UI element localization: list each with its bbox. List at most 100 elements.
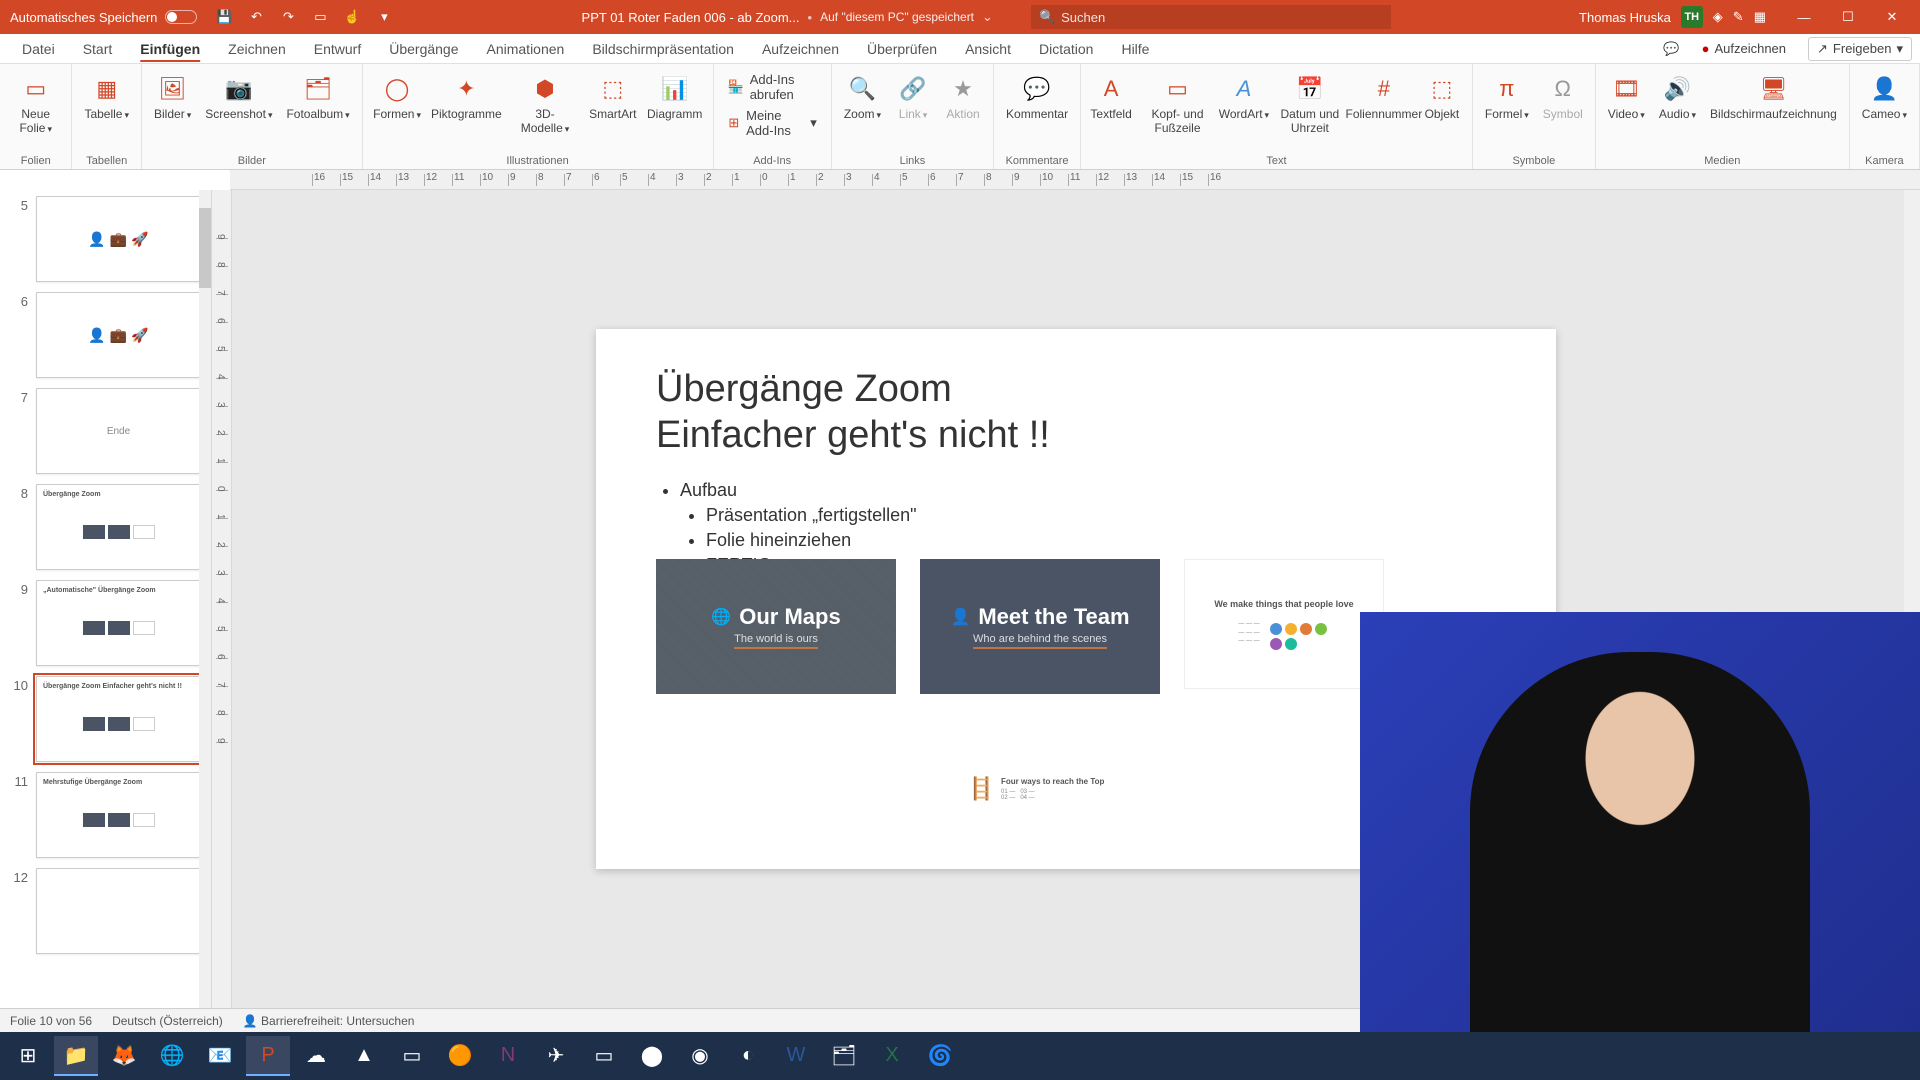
thumbnail-slide-11[interactable]: 11Mehrstufige Übergänge Zoom	[10, 772, 201, 858]
tab-ansicht[interactable]: Ansicht	[951, 34, 1025, 63]
3d-models-button[interactable]: ⬢3D-Modelle	[507, 68, 582, 140]
edge-icon[interactable]: 🌀	[918, 1036, 962, 1076]
accessibility-check[interactable]: 👤 Barrierefreiheit: Untersuchen	[243, 1014, 415, 1028]
chart-button[interactable]: 📊Diagramm	[643, 68, 707, 126]
tab-start[interactable]: Start	[69, 34, 127, 63]
tab-dictation[interactable]: Dictation	[1025, 34, 1107, 63]
chevron-down-icon[interactable]: ⌄	[982, 9, 993, 25]
header-footer-button[interactable]: ▭Kopf- und Fußzeile	[1137, 68, 1218, 140]
share-button[interactable]: ↗Freigeben▾	[1808, 37, 1912, 61]
firefox-icon[interactable]: 🦊	[102, 1036, 146, 1076]
screen-recording-button[interactable]: 🖥Bildschirmaufzeichnung	[1704, 68, 1843, 126]
close-button[interactable]: ✕	[1872, 3, 1912, 31]
tab-datei[interactable]: Datei	[8, 34, 69, 63]
card-meet-team[interactable]: 👤Meet the Team Who are behind the scenes	[920, 559, 1160, 694]
audio-button[interactable]: 🔊Audio	[1653, 68, 1702, 126]
touch-mode-icon[interactable]: ☝	[341, 6, 363, 28]
symbol-button[interactable]: ΩSymbol	[1537, 68, 1589, 126]
thumbnail-slide-9[interactable]: 9„Automatische" Übergänge Zoom	[10, 580, 201, 666]
vlc-icon[interactable]: ▲	[342, 1036, 386, 1076]
pen-icon[interactable]: ✎	[1733, 9, 1744, 25]
comment-button[interactable]: 💬Kommentar	[1000, 68, 1074, 126]
app-icon-7[interactable]: 🗂	[822, 1036, 866, 1076]
thumbnail-slide-7[interactable]: 7Ende	[10, 388, 201, 474]
new-slide-icon: ▭	[19, 72, 53, 106]
slide-counter[interactable]: Folie 10 von 56	[10, 1014, 92, 1028]
smartart-button[interactable]: ⬚SmartArt	[585, 68, 641, 126]
excel-icon[interactable]: X	[870, 1036, 914, 1076]
diamond-icon[interactable]: ◈	[1713, 9, 1723, 25]
action-button[interactable]: ★Aktion	[939, 68, 987, 126]
thumbnail-slide-8[interactable]: 8Übergänge Zoom	[10, 484, 201, 570]
thumbnail-slide-5[interactable]: 5👤💼🚀	[10, 196, 201, 282]
tab-hilfe[interactable]: Hilfe	[1107, 34, 1163, 63]
telegram-icon[interactable]: ✈	[534, 1036, 578, 1076]
slide-thumbnails-panel[interactable]: 5👤💼🚀 6👤💼🚀 7Ende 8Übergänge Zoom 9„Automatisc…	[0, 190, 212, 1008]
outlook-icon[interactable]: 📧	[198, 1036, 242, 1076]
object-button[interactable]: ⬚Objekt	[1418, 68, 1466, 126]
cameo-button[interactable]: 👤Cameo	[1856, 68, 1913, 126]
link-button[interactable]: 🔗Link	[889, 68, 937, 126]
shapes-button[interactable]: ◯Formen	[369, 68, 426, 126]
tab-aufzeichnen[interactable]: Aufzeichnen	[748, 34, 853, 63]
autosave-toggle[interactable]: Automatisches Speichern	[0, 10, 207, 25]
app-icon-6[interactable]: ◐	[726, 1036, 770, 1076]
new-slide-button[interactable]: ▭Neue Folie	[6, 68, 65, 140]
my-addins-button[interactable]: ⊞Meine Add-Ins▾	[724, 106, 821, 140]
pictures-button[interactable]: 🖼Bilder	[148, 68, 197, 126]
tab-einfuegen[interactable]: Einfügen	[126, 34, 214, 63]
app-icon-5[interactable]: ◉	[678, 1036, 722, 1076]
tab-animationen[interactable]: Animationen	[473, 34, 579, 63]
search-box[interactable]: 🔍	[1031, 5, 1391, 29]
screenshot-button[interactable]: 📷Screenshot	[199, 68, 278, 126]
fotoalbum-button[interactable]: 🗂Fotoalbum	[280, 68, 355, 126]
maximize-button[interactable]: ☐	[1828, 3, 1868, 31]
app-icon-4[interactable]: ▭	[582, 1036, 626, 1076]
chrome-icon[interactable]: 🌐	[150, 1036, 194, 1076]
start-button[interactable]: ⊞	[6, 1036, 50, 1076]
language-indicator[interactable]: Deutsch (Österreich)	[112, 1014, 223, 1028]
window-layout-icon[interactable]: ▦	[1754, 9, 1766, 25]
obs-icon[interactable]: ⬤	[630, 1036, 674, 1076]
minimize-button[interactable]: —	[1784, 3, 1824, 31]
equation-button[interactable]: πFormel	[1479, 68, 1535, 126]
save-icon[interactable]: 💾	[213, 6, 235, 28]
tab-zeichnen[interactable]: Zeichnen	[214, 34, 300, 63]
powerpoint-icon[interactable]: P	[246, 1036, 290, 1076]
tab-uebergaenge[interactable]: Übergänge	[375, 34, 472, 63]
app-icon-3[interactable]: 🟠	[438, 1036, 482, 1076]
wordart-button[interactable]: AWordArt	[1220, 68, 1268, 126]
thumbnail-slide-10[interactable]: 10Übergänge Zoom Einfacher geht's nicht …	[10, 676, 201, 762]
word-icon[interactable]: W	[774, 1036, 818, 1076]
video-button[interactable]: 🎞Video	[1602, 68, 1651, 126]
thumbnails-scrollbar[interactable]	[199, 208, 211, 288]
icons-button[interactable]: ✦Piktogramme	[427, 68, 505, 126]
from-beginning-icon[interactable]: ▭	[309, 6, 331, 28]
app-icon-2[interactable]: ▭	[390, 1036, 434, 1076]
record-button[interactable]: ●Aufzeichnen	[1694, 38, 1794, 59]
slide-title[interactable]: Übergänge ZoomEinfacher geht's nicht !!	[656, 367, 1496, 458]
search-input[interactable]	[1061, 10, 1383, 25]
undo-icon[interactable]: ↶	[245, 6, 267, 28]
thumbnail-slide-12[interactable]: 12	[10, 868, 201, 954]
user-avatar[interactable]: TH	[1681, 6, 1703, 28]
file-explorer-icon[interactable]: 📁	[54, 1036, 98, 1076]
onenote-icon[interactable]: N	[486, 1036, 530, 1076]
tab-ueberpruefen[interactable]: Überprüfen	[853, 34, 951, 63]
table-button[interactable]: ▦Tabelle	[78, 68, 135, 126]
get-addins-button[interactable]: 🏪Add-Ins abrufen	[724, 70, 821, 104]
card-make-things[interactable]: We make things that people love — — —— —…	[1184, 559, 1384, 689]
card-our-maps[interactable]: 🌐Our Maps The world is ours	[656, 559, 896, 694]
slide-number-button[interactable]: #Foliennummer	[1352, 68, 1416, 126]
textbox-button[interactable]: ATextfeld	[1087, 68, 1135, 126]
qat-chevron-icon[interactable]: ▾	[373, 6, 395, 28]
tab-entwurf[interactable]: Entwurf	[300, 34, 375, 63]
app-icon-1[interactable]: ☁	[294, 1036, 338, 1076]
datetime-button[interactable]: 📅Datum und Uhrzeit	[1270, 68, 1350, 140]
tab-bildschirmpraesentation[interactable]: Bildschirmpräsentation	[578, 34, 748, 63]
thumbnail-slide-6[interactable]: 6👤💼🚀	[10, 292, 201, 378]
zoom-button[interactable]: 🔍Zoom	[838, 68, 887, 126]
comments-icon[interactable]: 💬	[1663, 41, 1679, 57]
redo-icon[interactable]: ↷	[277, 6, 299, 28]
card-ladder[interactable]: 🪜 Four ways to reach the Top 01 — 03 —02…	[936, 729, 1136, 849]
